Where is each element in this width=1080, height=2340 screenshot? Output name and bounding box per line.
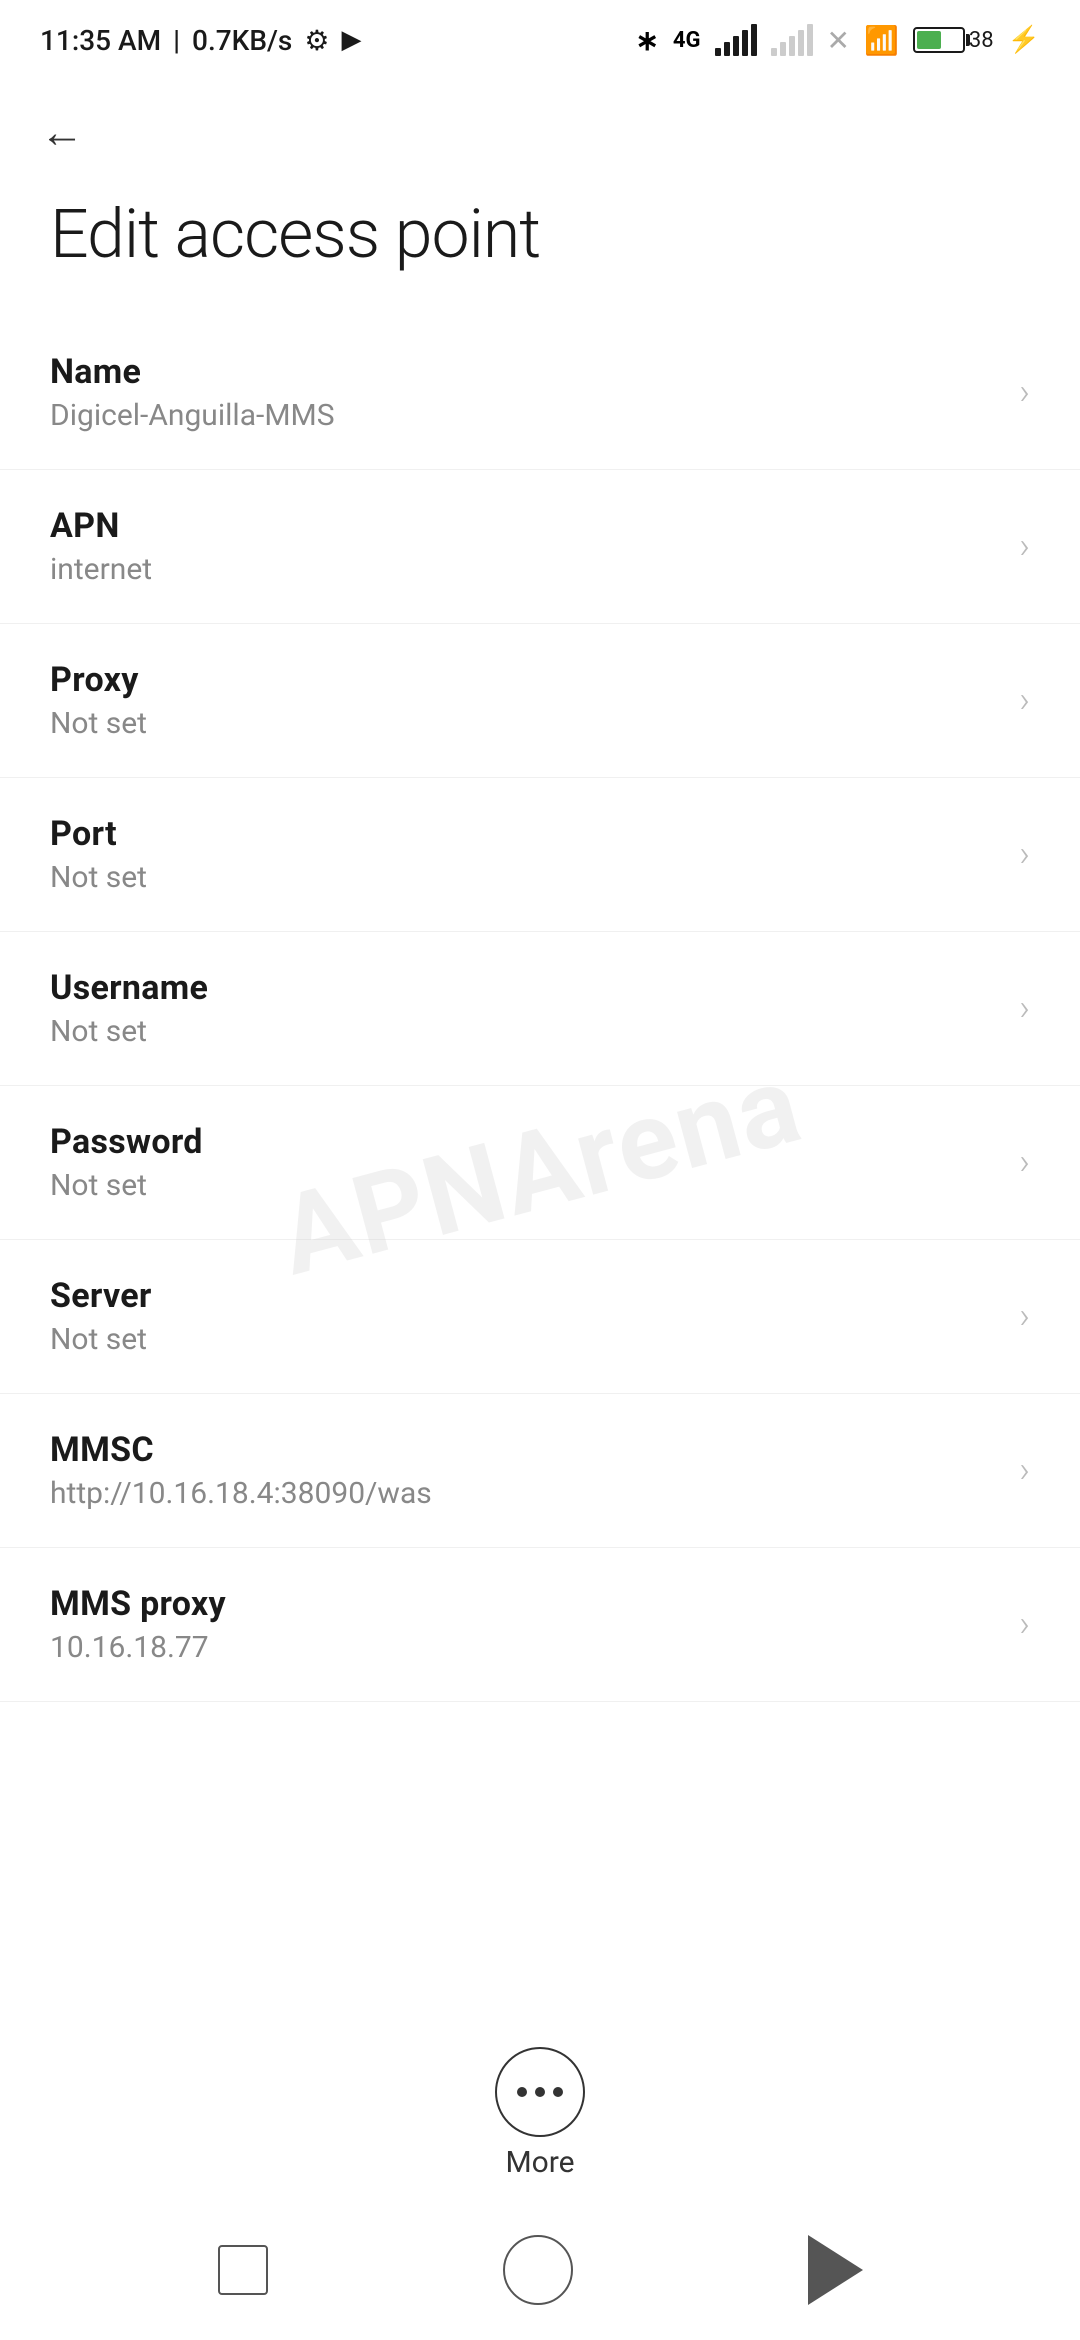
- nav-bar: [0, 2200, 1080, 2340]
- settings-value-proxy: Not set: [50, 706, 999, 741]
- back-button[interactable]: ←: [40, 110, 1040, 154]
- back-arrow-icon: ←: [40, 110, 84, 154]
- chevron-icon-proxy: ›: [1019, 679, 1030, 721]
- settings-list: Name Digicel-Anguilla-MMS › APN internet…: [0, 316, 1080, 1702]
- settings-label-apn: APN: [50, 506, 999, 546]
- chevron-icon-username: ›: [1019, 987, 1030, 1029]
- home-circle-icon: [503, 2235, 573, 2305]
- battery-indicator: 38: [913, 27, 994, 53]
- settings-item-port-content: Port Not set: [50, 814, 999, 895]
- settings-label-name: Name: [50, 352, 999, 392]
- status-bar: 11:35 AM | 0.7KB/s ⚙ ▶ ∗ 4G ✕ 📶 38: [0, 0, 1080, 80]
- more-circle-icon: [495, 2047, 585, 2137]
- wifi-icon: 📶: [864, 24, 899, 57]
- chevron-icon-port: ›: [1019, 833, 1030, 875]
- signal-bars-1: [715, 24, 757, 56]
- settings-item-mms-proxy-content: MMS proxy 10.16.18.77: [50, 1584, 999, 1665]
- chevron-icon-server: ›: [1019, 1295, 1030, 1337]
- settings-item-password-content: Password Not set: [50, 1122, 999, 1203]
- settings-value-apn: internet: [50, 552, 999, 587]
- settings-icon: ⚙: [304, 24, 329, 57]
- dot-2: [535, 2087, 545, 2097]
- chevron-icon-apn: ›: [1019, 525, 1030, 567]
- settings-item-name-content: Name Digicel-Anguilla-MMS: [50, 352, 999, 433]
- charging-icon: ⚡: [1008, 25, 1040, 55]
- page-title: Edit access point: [0, 174, 1080, 316]
- back-triangle-icon: [808, 2235, 863, 2305]
- settings-label-mms-proxy: MMS proxy: [50, 1584, 999, 1624]
- more-label: More: [505, 2145, 574, 2180]
- settings-value-password: Not set: [50, 1168, 999, 1203]
- settings-value-server: Not set: [50, 1322, 999, 1357]
- settings-label-proxy: Proxy: [50, 660, 999, 700]
- settings-item-apn[interactable]: APN internet ›: [0, 470, 1080, 624]
- settings-label-password: Password: [50, 1122, 999, 1162]
- settings-value-port: Not set: [50, 860, 999, 895]
- settings-value-mms-proxy: 10.16.18.77: [50, 1630, 999, 1665]
- settings-item-server[interactable]: Server Not set ›: [0, 1240, 1080, 1394]
- network-speed: 0.7KB/s: [192, 24, 292, 57]
- settings-item-mmsc-content: MMSC http://10.16.18.4:38090/was: [50, 1430, 999, 1511]
- dot-1: [517, 2087, 527, 2097]
- settings-item-port[interactable]: Port Not set ›: [0, 778, 1080, 932]
- more-dots: [517, 2087, 563, 2097]
- video-icon: ▶: [341, 25, 361, 55]
- settings-item-name[interactable]: Name Digicel-Anguilla-MMS ›: [0, 316, 1080, 470]
- status-bar-left: 11:35 AM | 0.7KB/s ⚙ ▶: [40, 24, 361, 57]
- recents-square-icon: [218, 2245, 268, 2295]
- settings-item-username[interactable]: Username Not set ›: [0, 932, 1080, 1086]
- settings-item-apn-content: APN internet: [50, 506, 999, 587]
- settings-item-username-content: Username Not set: [50, 968, 999, 1049]
- settings-item-proxy[interactable]: Proxy Not set ›: [0, 624, 1080, 778]
- more-button[interactable]: More: [495, 2047, 585, 2180]
- settings-label-server: Server: [50, 1276, 999, 1316]
- back-area: ←: [0, 80, 1080, 174]
- battery-percent: 38: [969, 28, 994, 53]
- settings-item-proxy-content: Proxy Not set: [50, 660, 999, 741]
- chevron-icon-name: ›: [1019, 371, 1030, 413]
- chevron-icon-password: ›: [1019, 1141, 1030, 1183]
- settings-item-mms-proxy[interactable]: MMS proxy 10.16.18.77 ›: [0, 1548, 1080, 1702]
- dot-3: [553, 2087, 563, 2097]
- nav-back-button[interactable]: [808, 2235, 863, 2305]
- status-bar-right: ∗ 4G ✕ 📶 38 ⚡: [635, 24, 1040, 57]
- settings-label-username: Username: [50, 968, 999, 1008]
- settings-label-mmsc: MMSC: [50, 1430, 999, 1470]
- chevron-icon-mmsc: ›: [1019, 1449, 1030, 1491]
- nav-home-button[interactable]: [503, 2235, 573, 2305]
- signal-bars-2: [771, 24, 813, 56]
- bluetooth-icon: ∗: [635, 24, 658, 57]
- settings-item-mmsc[interactable]: MMSC http://10.16.18.4:38090/was ›: [0, 1394, 1080, 1548]
- time-display: 11:35 AM: [40, 24, 161, 57]
- settings-value-name: Digicel-Anguilla-MMS: [50, 398, 999, 433]
- no-signal-icon: ✕: [827, 24, 850, 57]
- nav-recents-button[interactable]: [218, 2245, 268, 2295]
- settings-label-port: Port: [50, 814, 999, 854]
- speed-display: |: [173, 24, 180, 57]
- settings-value-mmsc: http://10.16.18.4:38090/was: [50, 1476, 999, 1511]
- chevron-icon-mms-proxy: ›: [1019, 1603, 1030, 1645]
- mobile-data-4g-icon: 4G: [673, 28, 701, 53]
- settings-item-password[interactable]: Password Not set ›: [0, 1086, 1080, 1240]
- settings-item-server-content: Server Not set: [50, 1276, 999, 1357]
- settings-value-username: Not set: [50, 1014, 999, 1049]
